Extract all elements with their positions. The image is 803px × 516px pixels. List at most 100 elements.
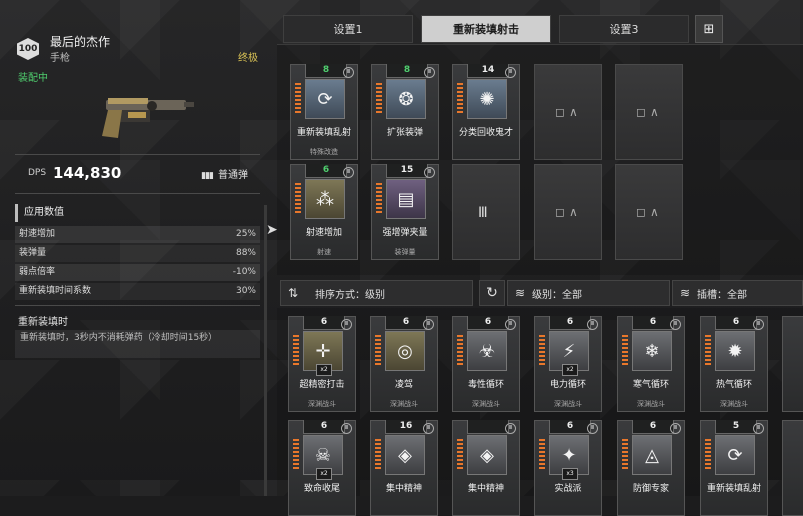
capacity-bars-icon [295,183,301,213]
mod-cost: 5 [715,420,757,434]
empty-mod-slot[interactable]: ◻∧ [615,164,683,260]
rank-icon: Ⅲ [587,423,598,434]
ammo-type: ▮▮▮ 普通弹 [201,166,248,181]
mod-name: 强增弹夹量 [382,228,428,238]
rank-icon: Ⅲ [343,167,354,178]
inventory-mod-card[interactable]: Ⅲ ◈ 集中精神 [452,420,520,516]
stat-row: 射速增加 25% [15,226,260,243]
mod-cost: 6 [632,316,674,330]
mod-name: 防御专家 [632,484,669,494]
rank-icon: Ⅲ [587,319,598,330]
capacity-bars-icon [622,335,628,365]
focus-mod-icon: ◈ [467,435,507,475]
empty-mod-slot[interactable]: ◻∧ [534,64,602,160]
reset-filter-button[interactable]: ↻ [479,280,505,306]
rank-icon: Ⅲ [423,319,434,330]
reload-mod-icon: ⟳ [305,79,345,119]
dps-label: DPS [28,168,47,178]
magazine-mod-icon: ▤ [386,179,426,219]
inventory-mod-card-partial[interactable] [782,316,803,412]
inventory-mod-card[interactable]: 6 Ⅲ ◬ 防御专家 [617,420,685,516]
weapon-type: 手枪 [50,53,70,64]
rank-icon: Ⅲ [424,67,435,78]
scrollbar[interactable] [264,205,267,496]
sort-dropdown[interactable]: ⇅ 排序方式：级别 [280,280,473,306]
mod-category: 射速 [317,248,331,256]
mod-category: 深渊战斗 [637,400,665,408]
capacity-bars-icon [375,335,381,365]
mod-category: 深渊战斗 [554,400,582,408]
recycle-mod-icon: ✺ [467,79,507,119]
focus-mod-icon: ◈ [385,435,425,475]
mod-name: 寒气循环 [632,380,669,390]
mod-name: 热气循环 [715,380,752,390]
stat-row: 弱点倍率 -10% [15,264,260,281]
cursor-icon: ➤ [266,222,278,238]
stat-label: 射速增加 [19,229,56,239]
inventory-mod-card[interactable]: 6 Ⅲ ✛ x2 超精密打击 深渊战斗 [288,316,356,412]
stack-count: x2 [316,364,332,376]
inventory-mod-card[interactable]: 6 Ⅲ ☠ x2 致命收尾 [288,420,356,516]
layers-icon: ≋ [679,286,691,300]
mod-name: 射速增加 [305,228,342,238]
mod-cost: 14 [467,64,509,78]
equipped-mod-card[interactable]: 8 Ⅲ ❂ 扩张装弹 [371,64,439,160]
divider [15,305,260,306]
inventory-mod-card[interactable]: 6 Ⅲ ◎ 凌驾 深渊战斗 [370,316,438,412]
capacity-bars-icon [539,335,545,365]
mod-cost: 6 [303,420,345,434]
sort-label: 排序方式：级别 [315,289,385,301]
mod-name: 实战派 [554,484,582,494]
tab-reload-shot[interactable]: 重新装填射击 [421,15,551,43]
level-filter-label: 级别：全部 [532,289,582,301]
add-preset-icon[interactable]: ⊞ [695,15,723,43]
empty-slot-icon: ◻∧ [636,105,663,119]
mod-name: 扩张装弹 [386,128,423,138]
stat-row: 装弹量 88% [15,245,260,262]
stat-value: 25% [235,229,256,239]
empty-mod-slot[interactable]: ◻∧ [615,64,683,160]
equipped-mod-card[interactable]: 6 Ⅲ ⁂ 射速增加 射速 [290,164,358,260]
capacity-bars-icon [375,439,381,469]
locked-mod-slot[interactable]: Ⅲ [452,164,520,260]
equipped-mod-card[interactable]: 14 Ⅲ ✺ 分类回收鬼才 [452,64,520,160]
equipped-mod-card[interactable]: 8 Ⅲ ⟳ 重新装填乱射 特殊改造 [290,64,358,160]
inventory-mod-card[interactable]: 6 Ⅲ ❄ 寒气循环 深渊战斗 [617,316,685,412]
weapon-info-panel: 100 最后的杰作 手枪 终极 装配中 DPS 144,830 ▮▮▮ 普通弹 应… [0,0,270,496]
defense-mod-icon: ◬ [632,435,672,475]
mod-name: 致命收尾 [303,484,340,494]
capacity-bars-icon [457,439,463,469]
inventory-mod-card[interactable]: 6 Ⅲ ✦ x3 实战派 [534,420,602,516]
rank-icon: Ⅲ [505,319,516,330]
mod-category: 深渊战斗 [472,400,500,408]
stack-count: x2 [562,364,578,376]
stat-label: 弱点倍率 [19,267,56,277]
slot-filter-dropdown[interactable]: ≋ 插槽：全部 [672,280,803,306]
mod-category: 特殊改造 [310,148,338,156]
frost-cycle-icon: ❄ [632,331,672,371]
mod-name: 集中精神 [467,484,504,494]
stack-count: x3 [562,468,578,480]
tab-setting-3[interactable]: 设置3 [559,15,689,43]
equipped-mod-card[interactable]: 15 Ⅲ ▤ 强增弹夹量 装弹量 [371,164,439,260]
inventory-mod-card[interactable]: 6 Ⅲ ☣ 毒性循环 深渊战斗 [452,316,520,412]
inventory-mod-card[interactable]: 6 Ⅲ ✹ 热气循环 深渊战斗 [700,316,768,412]
empty-mod-slot[interactable]: ◻∧ [534,164,602,260]
capacity-bars-icon [376,83,382,113]
mod-category: 装弹量 [394,248,416,256]
mod-name: 凌驾 [394,380,413,390]
stat-value: 30% [235,286,256,296]
inventory-mod-card-partial[interactable] [782,420,803,516]
inventory-mod-card[interactable]: 16 Ⅲ ◈ 集中精神 [370,420,438,516]
capacity-bars-icon [622,439,628,469]
rank-icon: Ⅲ [670,319,681,330]
mod-name: 重新装填乱射 [706,484,761,494]
level-filter-dropdown[interactable]: ≋ 级别：全部 [507,280,670,306]
tab-setting-1[interactable]: 设置1 [283,15,413,43]
layers-icon: ≋ [514,286,526,300]
mod-category: 深渊战斗 [390,400,418,408]
inventory-mod-card[interactable]: 6 Ⅲ ⚡ x2 电力循环 深渊战斗 [534,316,602,412]
rank-icon: Ⅲ [341,319,352,330]
inventory-mod-card[interactable]: 5 Ⅲ ⟳ 重新装填乱射 [700,420,768,516]
mod-cost: 6 [467,316,509,330]
